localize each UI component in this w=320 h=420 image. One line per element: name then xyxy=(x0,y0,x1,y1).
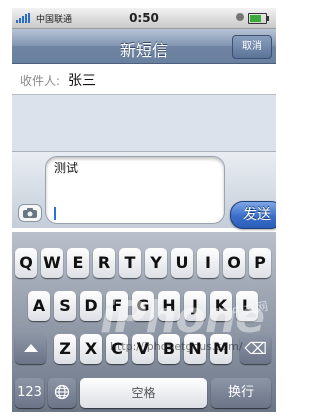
key-v[interactable]: V xyxy=(132,334,154,364)
numbers-key[interactable]: 123 xyxy=(15,378,44,408)
key-a[interactable]: A xyxy=(28,291,50,321)
message-text: 测试 xyxy=(54,161,79,175)
orientation-lock-icon xyxy=(236,13,244,21)
key-s[interactable]: S xyxy=(54,291,76,321)
text-caret xyxy=(54,207,56,220)
status-bar: 中国联通 0:50 xyxy=(12,8,276,29)
globe-key[interactable] xyxy=(48,378,76,408)
key-b[interactable]: B xyxy=(158,334,180,364)
shift-icon xyxy=(23,344,38,352)
key-k[interactable]: K xyxy=(210,291,232,321)
cancel-button[interactable]: 取消 xyxy=(232,35,272,59)
key-t[interactable]: T xyxy=(119,248,141,278)
key-r[interactable]: R xyxy=(93,248,115,278)
phone-screen: 中国联通 0:50 新短信 取消 收件人: 张三 测试 发送 Q W E R T… xyxy=(12,8,276,412)
key-d[interactable]: D xyxy=(80,291,102,321)
key-f[interactable]: F xyxy=(106,291,128,321)
key-n[interactable]: N xyxy=(184,334,206,364)
recipient-field[interactable]: 收件人: 张三 xyxy=(12,64,276,95)
message-list xyxy=(12,95,276,151)
space-key[interactable]: 空格 xyxy=(80,378,207,408)
shift-key[interactable] xyxy=(15,334,46,364)
send-button[interactable]: 发送 xyxy=(230,201,276,229)
message-input[interactable]: 测试 xyxy=(45,156,225,224)
key-h[interactable]: H xyxy=(158,291,180,321)
keyboard: Q W E R T Y U I O P A S D F G H J K L Z … xyxy=(12,232,276,412)
recipient-name[interactable]: 张三 xyxy=(68,70,96,90)
backspace-icon: ⌫ xyxy=(244,339,267,358)
camera-icon xyxy=(23,208,37,218)
key-o[interactable]: O xyxy=(223,248,245,278)
key-w[interactable]: W xyxy=(41,248,63,278)
nav-bar: 新短信 取消 xyxy=(12,29,276,64)
key-i[interactable]: I xyxy=(197,248,219,278)
key-q[interactable]: Q xyxy=(15,248,37,278)
camera-button[interactable] xyxy=(18,204,42,222)
battery-icon xyxy=(248,13,269,24)
key-z[interactable]: Z xyxy=(54,334,76,364)
key-u[interactable]: U xyxy=(171,248,193,278)
globe-icon xyxy=(54,384,70,400)
backspace-key[interactable]: ⌫ xyxy=(240,334,271,364)
key-m[interactable]: M xyxy=(210,334,232,364)
key-y[interactable]: Y xyxy=(145,248,167,278)
compose-bar: 测试 发送 xyxy=(12,151,276,229)
key-x[interactable]: X xyxy=(80,334,102,364)
key-c[interactable]: C xyxy=(106,334,128,364)
key-l[interactable]: L xyxy=(236,291,258,321)
key-e[interactable]: E xyxy=(67,248,89,278)
key-j[interactable]: J xyxy=(184,291,206,321)
key-p[interactable]: P xyxy=(249,248,271,278)
return-key[interactable]: 换行 xyxy=(211,378,271,408)
key-g[interactable]: G xyxy=(132,291,154,321)
recipient-label: 收件人: xyxy=(20,74,61,88)
